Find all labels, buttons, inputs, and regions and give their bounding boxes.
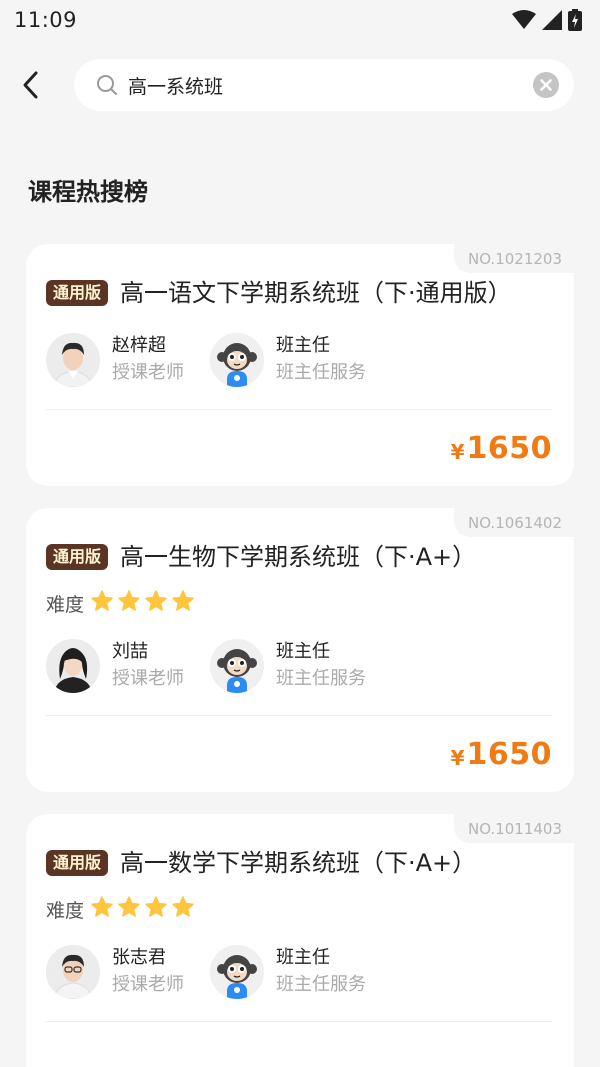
difficulty-stars — [90, 895, 198, 923]
course-title: 高一生物下学期系统班（下·A+） — [120, 543, 477, 571]
head-teacher-name: 班主任 — [276, 947, 330, 968]
course-title-row: 通用版 高一生物下学期系统班（下·A+） — [46, 542, 552, 573]
head-teacher[interactable]: 班主任 班主任服务 — [210, 943, 374, 1001]
currency-symbol: ¥ — [450, 746, 465, 770]
teacher[interactable]: 张志君 授课老师 — [46, 943, 210, 1001]
course-number: NO.1061402 — [454, 508, 574, 537]
star-icon — [172, 896, 194, 917]
teacher[interactable]: 赵梓超 授课老师 — [46, 331, 210, 389]
teacher-name: 赵梓超 — [112, 335, 166, 356]
clear-search-icon[interactable] — [532, 71, 560, 99]
star-icon — [91, 896, 113, 917]
teacher-avatar — [46, 945, 100, 999]
section-title: 课程热搜榜 — [28, 178, 148, 206]
head-teacher-name: 班主任 — [276, 641, 330, 662]
star-icon — [118, 896, 140, 917]
course-number: NO.1021203 — [454, 244, 574, 273]
teacher-avatar — [46, 333, 100, 387]
chevron-left-icon — [23, 71, 38, 99]
price-row — [46, 1022, 552, 1067]
price-row: ¥ 1650 — [46, 716, 552, 792]
head-teacher-role: 班主任服务 — [276, 668, 366, 689]
course-card[interactable]: NO.1021203 通用版 高一语文下学期系统班（下·通用版） 赵梓超 授课老… — [26, 244, 574, 486]
course-list: NO.1021203 通用版 高一语文下学期系统班（下·通用版） 赵梓超 授课老… — [0, 244, 600, 1067]
search-box[interactable] — [74, 59, 574, 111]
search-icon — [97, 75, 117, 95]
head-teacher-role: 班主任服务 — [276, 974, 366, 995]
people-row: 张志君 授课老师 班主任 班主任服务 — [46, 943, 552, 1001]
head-teacher[interactable]: 班主任 班主任服务 — [210, 331, 374, 389]
teacher-name: 刘喆 — [112, 641, 148, 662]
battery-icon — [568, 9, 582, 31]
search-input[interactable] — [128, 74, 532, 96]
signal-icon — [542, 10, 562, 30]
difficulty-row: 难度 — [46, 589, 552, 617]
teacher-name: 张志君 — [112, 947, 166, 968]
back-button[interactable] — [22, 60, 62, 110]
teacher-role: 授课老师 — [112, 668, 184, 689]
price: 1650 — [466, 430, 552, 466]
course-card[interactable]: NO.1061402 通用版 高一生物下学期系统班（下·A+） 难度 刘喆 授课… — [26, 508, 574, 792]
status-time: 11:09 — [14, 8, 78, 32]
difficulty-label: 难度 — [46, 899, 85, 922]
teacher-avatar — [46, 639, 100, 693]
head-teacher-name: 班主任 — [276, 335, 330, 356]
star-icon — [91, 590, 113, 611]
wifi-icon — [512, 10, 536, 29]
teacher[interactable]: 刘喆 授课老师 — [46, 637, 210, 695]
teacher-role: 授课老师 — [112, 362, 184, 383]
course-title-row: 通用版 高一数学下学期系统班（下·A+） — [46, 848, 552, 879]
people-row: 赵梓超 授课老师 班主任 班主任服务 — [46, 331, 552, 389]
head-teacher-role: 班主任服务 — [276, 362, 366, 383]
people-row: 刘喆 授课老师 班主任 班主任服务 — [46, 637, 552, 695]
star-icon — [118, 590, 140, 611]
head-teacher[interactable]: 班主任 班主任服务 — [210, 637, 374, 695]
course-card[interactable]: NO.1011403 通用版 高一数学下学期系统班（下·A+） 难度 张志君 授… — [26, 814, 574, 1067]
price: 1650 — [466, 736, 552, 772]
course-title-row: 通用版 高一语文下学期系统班（下·通用版） — [46, 278, 552, 309]
mascot-avatar — [210, 333, 264, 387]
price-row: ¥ 1650 — [46, 410, 552, 486]
version-badge: 通用版 — [46, 280, 109, 306]
course-title: 高一数学下学期系统班（下·A+） — [120, 849, 477, 877]
course-number: NO.1011403 — [454, 814, 574, 843]
status-icons — [512, 9, 582, 31]
difficulty-row: 难度 — [46, 895, 552, 923]
mascot-avatar — [210, 639, 264, 693]
status-bar: 11:09 — [0, 0, 600, 40]
star-icon — [172, 590, 194, 611]
version-badge: 通用版 — [46, 544, 109, 570]
difficulty-stars — [90, 589, 198, 617]
search-row — [0, 40, 600, 130]
star-icon — [145, 896, 167, 917]
currency-symbol: ¥ — [450, 440, 465, 464]
difficulty-label: 难度 — [46, 593, 85, 616]
teacher-role: 授课老师 — [112, 974, 184, 995]
course-title: 高一语文下学期系统班（下·通用版） — [120, 279, 512, 307]
star-icon — [145, 590, 167, 611]
version-badge: 通用版 — [46, 850, 109, 876]
mascot-avatar — [210, 945, 264, 999]
